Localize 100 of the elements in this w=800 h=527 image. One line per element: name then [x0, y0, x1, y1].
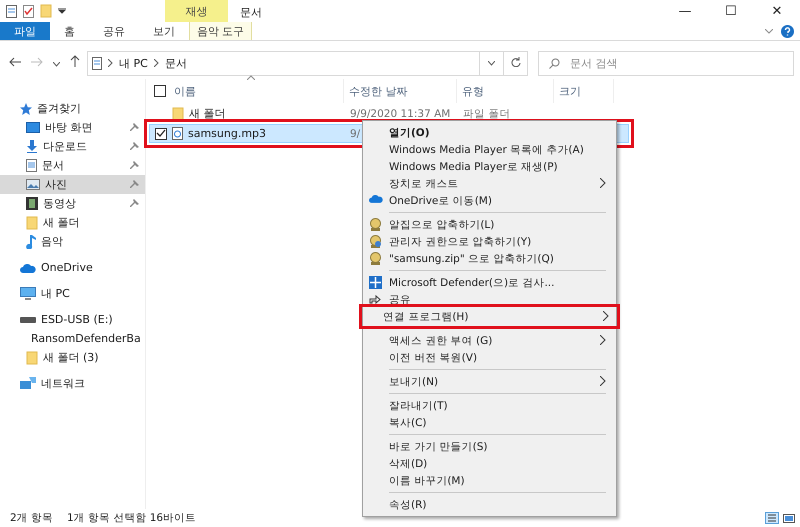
menu-item[interactable]: 이전 버전 복원(V)	[365, 349, 614, 366]
breadcrumb[interactable]: 내 PC	[119, 56, 148, 70]
sidebar-item[interactable]: 새 폴더	[0, 213, 145, 232]
close-button[interactable]: ✕	[754, 0, 800, 22]
menu-item[interactable]: "samsung.zip" 으로 압축하기(Q)	[365, 250, 614, 267]
folder-icon	[26, 216, 38, 230]
download-icon	[26, 140, 38, 153]
sidebar-item[interactable]: 동영상	[0, 194, 145, 213]
chevron-down-icon	[488, 61, 495, 66]
menu-item[interactable]: 이름 바꾸기(M)	[365, 472, 614, 489]
sidebar-item[interactable]: 바탕 화면	[0, 118, 145, 137]
menu-item[interactable]: 삭제(D)	[365, 455, 614, 472]
menu-item[interactable]: OneDrive로 이동(M)	[365, 192, 614, 209]
menu-item[interactable]: 보내기(N)	[365, 373, 614, 390]
folder-icon	[172, 106, 184, 120]
menu-item[interactable]: 복사(C)	[365, 414, 614, 431]
archive-icon	[369, 235, 382, 248]
column-header[interactable]: 유형	[457, 79, 554, 103]
share-icon	[369, 293, 381, 304]
status-text: 1개 항목 선택함 16바이트	[67, 511, 196, 525]
date-cell: 9/	[350, 128, 360, 140]
status-text: 2개 항목	[10, 511, 54, 525]
menu-item[interactable]: 관리자 권한으로 압축하기(Y)	[365, 233, 614, 250]
document-icon	[26, 159, 37, 172]
sidebar-item[interactable]: 네트워크	[0, 374, 145, 393]
desktop-icon	[26, 122, 40, 133]
select-all-checkbox[interactable]	[154, 85, 166, 97]
pin-icon[interactable]	[130, 123, 139, 132]
minimize-button[interactable]: —	[662, 0, 708, 22]
chevron-down-icon	[53, 62, 60, 66]
pin-icon[interactable]	[130, 142, 139, 151]
menu-item[interactable]: 바로 가기 만들기(S)	[365, 438, 614, 455]
pin-icon[interactable]	[130, 161, 139, 170]
document-icon	[92, 56, 102, 70]
computer-icon	[20, 287, 36, 300]
menu-item[interactable]: 속성(R)	[365, 496, 614, 513]
shield-icon	[369, 276, 382, 289]
sidebar-item[interactable]: 문서	[0, 156, 145, 175]
sidebar-item[interactable]: OneDrive	[0, 258, 145, 277]
chevron-down-icon[interactable]	[765, 28, 773, 34]
column-header[interactable]: 크기	[554, 79, 614, 103]
chevron-right-icon	[108, 59, 113, 67]
sidebar-item[interactable]: ESD-USB (E:)	[0, 310, 145, 329]
up-arrow-icon	[70, 55, 80, 67]
chevron-right-icon	[600, 178, 606, 188]
help-icon[interactable]	[781, 24, 794, 38]
sort-caret-icon	[247, 73, 255, 83]
menu-item[interactable]: 연결 프로그램(H)	[359, 304, 620, 329]
column-header[interactable]: 이름	[149, 79, 344, 103]
menu-item[interactable]: 잘라내기(T)	[365, 397, 614, 414]
menu-item[interactable]: Microsoft Defender(으)로 검사...	[365, 274, 614, 291]
archive-icon	[369, 252, 382, 265]
details-view-icon[interactable]	[765, 512, 779, 524]
sidebar-item[interactable]: 즐겨찾기	[0, 99, 145, 118]
cloud-icon	[20, 262, 36, 272]
music-note-icon	[26, 234, 36, 248]
search-field[interactable]: 문서 검색	[538, 50, 794, 76]
back-arrow-icon	[9, 56, 21, 66]
pin-icon[interactable]	[130, 199, 139, 208]
document-icon[interactable]	[6, 4, 17, 18]
ribbon-tab[interactable]: 보기	[139, 22, 189, 40]
drive-icon	[20, 316, 36, 322]
sidebar-item[interactable]: 사진	[0, 175, 145, 194]
chevron-right-icon	[600, 334, 606, 344]
cloud-icon	[369, 194, 383, 203]
file-name: samsung.mp3	[188, 127, 266, 140]
menu-item[interactable]: 열기(O)	[365, 124, 614, 141]
menu-item[interactable]: Windows Media Player 목록에 추가(A)	[365, 141, 614, 158]
breadcrumb[interactable]: 문서	[164, 56, 187, 70]
sidebar-item[interactable]: 내 PC	[0, 284, 145, 303]
sidebar-item[interactable]: RansomDefenderBa	[0, 329, 145, 348]
menu-item[interactable]: Windows Media Player로 재생(P)	[365, 158, 614, 175]
picture-icon	[26, 179, 40, 190]
ribbon-tab[interactable]: 홈	[50, 22, 89, 40]
ribbon-tab[interactable]: 파일	[0, 22, 50, 40]
ribbon-tab[interactable]: 공유	[89, 22, 139, 40]
menu-item[interactable]: 알집으로 압축하기(L)	[365, 216, 614, 233]
refresh-icon	[510, 56, 520, 66]
ribbon-tab[interactable]: 음악 도구	[189, 22, 252, 40]
file-name: 새 폴더	[189, 106, 226, 121]
dropdown-icon[interactable]	[58, 8, 66, 14]
date-cell: 9/9/2020 11:37 AM	[350, 108, 450, 120]
menu-item[interactable]: 장치로 캐스트	[365, 175, 614, 192]
chevron-right-icon	[600, 376, 606, 386]
address-bar[interactable]: 내 PC 문서	[87, 50, 528, 76]
chevron-right-icon	[154, 59, 159, 67]
thumbnail-view-icon[interactable]	[782, 512, 796, 524]
column-header[interactable]: 수정한 날짜	[344, 79, 457, 103]
audio-file-icon	[172, 127, 183, 140]
sidebar-item[interactable]: 새 폴더 (3)	[0, 348, 145, 367]
menu-item[interactable]: 액세스 권한 부여 (G)	[365, 332, 614, 349]
sidebar-item[interactable]: 다운로드	[0, 137, 145, 156]
film-icon	[26, 197, 38, 210]
row-checkbox[interactable]	[155, 128, 167, 140]
type-cell: 파일 폴더	[463, 106, 510, 120]
folder-icon	[40, 4, 52, 18]
sidebar-item[interactable]: 음악	[0, 232, 145, 251]
maximize-button[interactable]: ☐	[708, 0, 754, 22]
star-icon	[20, 102, 32, 114]
checklist-icon[interactable]	[23, 4, 34, 18]
